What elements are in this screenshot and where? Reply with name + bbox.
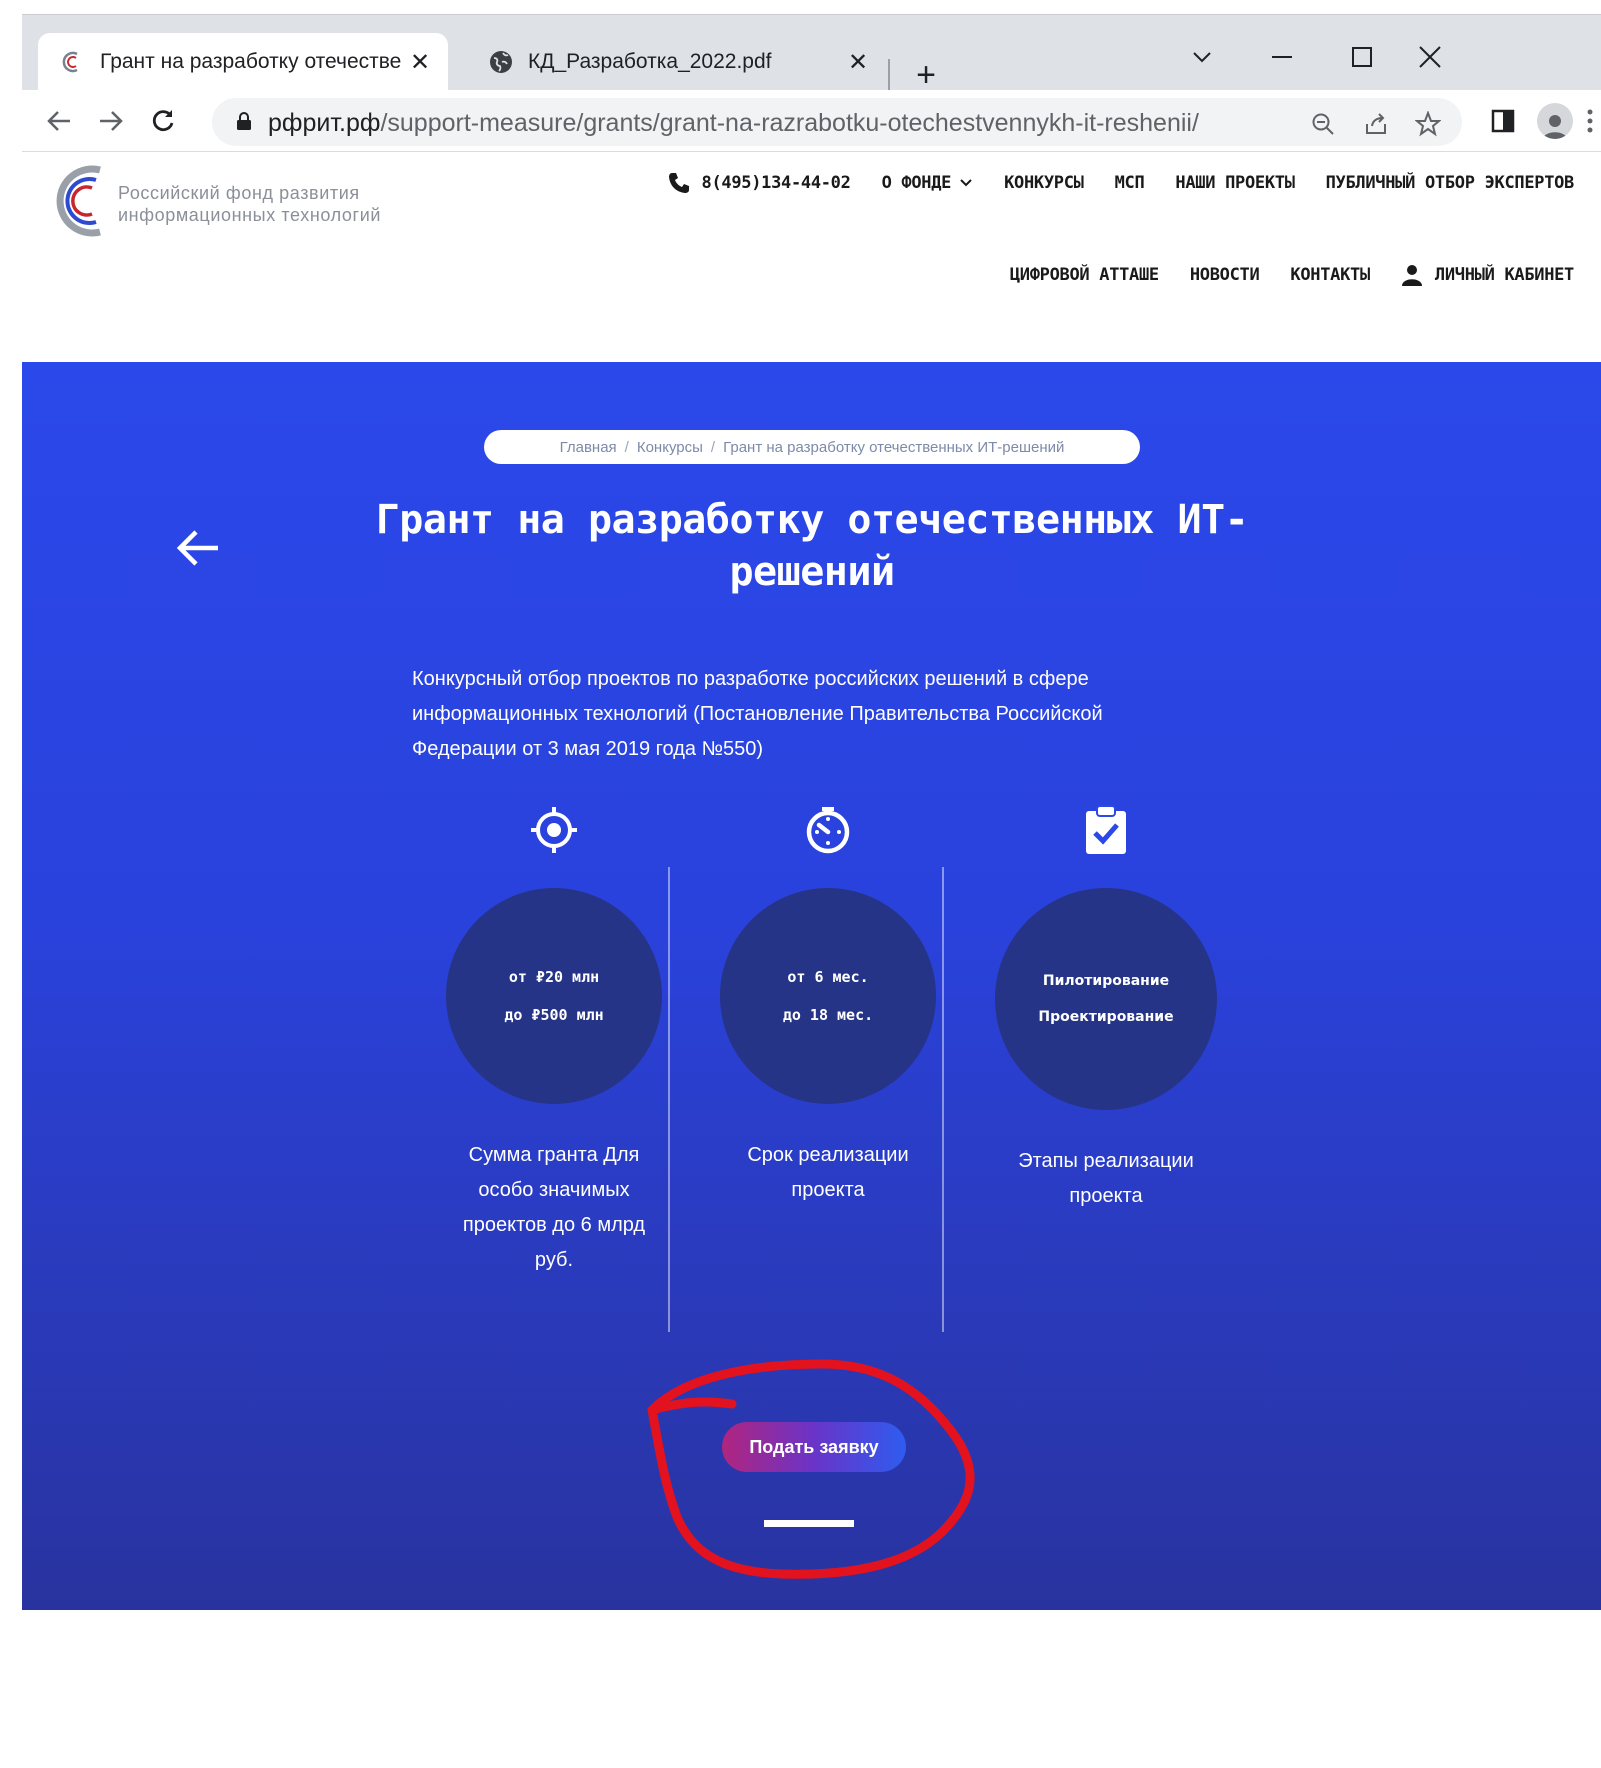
stat-value-to: до 18 мес. <box>782 1006 874 1024</box>
nav-row-bottom: ЦИФРОВОЙ АТТАШЕ НОВОСТИ КОНТАКТЫ ЛИЧНЫЙ … <box>1010 264 1574 286</box>
forward-arrow-icon[interactable] <box>90 100 132 142</box>
url-host: рфрит.рф <box>268 109 381 137</box>
tab-title: КД_Разработка_2022.pdf <box>528 50 772 73</box>
browser-toolbar: рфрит.рф/support-measure/grants/grant-na… <box>22 90 1601 152</box>
column-divider <box>668 867 670 1332</box>
nav-account[interactable]: ЛИЧНЫЙ КАБИНЕТ <box>1401 264 1574 286</box>
tab-title: Грант на разработку отечественных ИТ-реш… <box>100 50 402 73</box>
nav-experts[interactable]: ПУБЛИЧНЫЙ ОТБОР ЭКСПЕРТОВ <box>1326 173 1575 193</box>
page-title-line-2: решений <box>729 549 895 595</box>
stat-circle: Пилотирование Проектирование <box>995 888 1217 1110</box>
nav-contacts[interactable]: КОНТАКТЫ <box>1290 265 1370 285</box>
user-icon <box>1401 265 1422 286</box>
tab-separator <box>888 59 890 91</box>
nav-account-label: ЛИЧНЫЙ КАБИНЕТ <box>1434 265 1574 285</box>
rfrit-favicon-icon <box>60 49 86 75</box>
phone-number: 8(495)134-44-02 <box>701 173 851 193</box>
rfrit-logo-icon <box>56 164 110 243</box>
site-header: Российский фонд развития информационных … <box>22 152 1601 362</box>
address-bar[interactable]: рфрит.рф/support-measure/grants/grant-na… <box>212 98 1462 146</box>
stat-stages: Пилотирование Проектирование Этапы реали… <box>971 800 1241 1214</box>
breadcrumb-current: Грант на разработку отечественных ИТ-реш… <box>723 438 1065 456</box>
tab-pdf[interactable]: КД_Разработка_2022.pdf ✕ <box>466 33 886 91</box>
stat-value-from: от ₽20 млн <box>508 968 600 986</box>
stat-circle: от 6 мес. до 18 мес. <box>720 888 936 1104</box>
nav-news[interactable]: НОВОСТИ <box>1190 265 1260 285</box>
breadcrumb-separator: / <box>624 438 629 456</box>
screenshot-root: Грант на разработку отечественных ИТ-реш… <box>0 0 1601 1768</box>
column-divider <box>942 867 944 1332</box>
stat-duration: от 6 мес. до 18 мес. Срок реализации про… <box>693 800 963 1208</box>
nav-contests[interactable]: КОНКУРСЫ <box>1004 173 1084 193</box>
contest-description: Конкурсный отбор проектов по разработке … <box>412 668 1103 760</box>
bookmark-star-icon[interactable] <box>1412 108 1444 140</box>
nav-projects[interactable]: НАШИ ПРОЕКТЫ <box>1175 173 1295 193</box>
stat-value-to: до ₽500 млн <box>504 1006 604 1024</box>
clipboard-check-icon <box>971 800 1241 860</box>
minimize-icon[interactable] <box>1254 39 1310 75</box>
back-arrow-icon[interactable] <box>38 100 80 142</box>
stat-circle: от ₽20 млн до ₽500 млн <box>446 888 662 1104</box>
nav-digital-attache[interactable]: ЦИФРОВОЙ АТТАШЕ <box>1010 265 1159 285</box>
globe-icon <box>488 49 514 75</box>
breadcrumb-separator: / <box>710 438 716 456</box>
logo-line-1: Российский фонд развития <box>118 182 360 203</box>
maximize-icon[interactable] <box>1334 39 1390 75</box>
stat-caption: Срок реализации проекта <box>747 1144 909 1201</box>
stage-design: Проектирование <box>1038 1009 1174 1025</box>
stat-grant-amount: от ₽20 млн до ₽500 млн Сумма гранта Для … <box>419 800 689 1278</box>
page-title: Грант на разработку отечественных ИТ- ре… <box>312 494 1312 598</box>
breadcrumb: Главная / Конкурсы / Грант на разработку… <box>484 430 1140 464</box>
tab-close-icon[interactable]: ✕ <box>840 44 876 80</box>
share-icon[interactable] <box>1360 108 1392 140</box>
nav-msp[interactable]: МСП <box>1115 173 1145 193</box>
page-title-line-1: Грант на разработку отечественных ИТ- <box>375 497 1249 543</box>
stat-value-from: от 6 мес. <box>787 968 869 986</box>
tab-close-icon[interactable]: ✕ <box>402 44 438 80</box>
stat-caption: Этапы реализации проекта <box>1018 1150 1194 1207</box>
stat-caption: Сумма гранта Для особо значимых проектов… <box>462 1144 646 1271</box>
url-path: /support-measure/grants/grant-na-razrabo… <box>380 109 1199 137</box>
lock-icon <box>236 111 252 136</box>
browser-tab-bar: Грант на разработку отечественных ИТ-реш… <box>22 14 1601 94</box>
reload-icon[interactable] <box>142 100 184 142</box>
browser-menu-icon[interactable] <box>1578 100 1601 142</box>
nav-about-label: О ФОНДЕ <box>881 173 952 193</box>
nav-about[interactable]: О ФОНДЕ <box>882 173 974 193</box>
window-close-icon[interactable] <box>1402 39 1458 75</box>
phone-link[interactable]: 8(495)134-44-02 <box>668 172 851 194</box>
nav-row-top: 8(495)134-44-02 О ФОНДЕ КОНКУРСЫ МСП НАШ… <box>668 172 1574 194</box>
side-panel-icon[interactable] <box>1482 100 1524 142</box>
logo-line-2: информационных технологий <box>118 204 382 225</box>
breadcrumb-contests[interactable]: Конкурсы <box>637 439 703 456</box>
url-text: рфрит.рф/support-measure/grants/grant-na… <box>268 109 1199 138</box>
profile-avatar-icon[interactable] <box>1534 100 1576 142</box>
tab-search-chevron-icon[interactable] <box>1174 39 1230 75</box>
tab-grant-page[interactable]: Грант на разработку отечественных ИТ-реш… <box>38 33 448 91</box>
red-circle-annotation <box>647 1359 975 1579</box>
stage-pilot: Пилотирование <box>1042 973 1170 989</box>
chevron-down-icon <box>960 179 972 187</box>
timer-icon <box>693 800 963 860</box>
target-icon <box>419 800 689 860</box>
breadcrumb-home[interactable]: Главная <box>560 439 617 456</box>
back-arrow-icon[interactable] <box>172 522 224 574</box>
phone-icon <box>668 173 689 193</box>
site-logo[interactable]: Российский фонд развития информационных … <box>56 164 381 243</box>
zoom-icon[interactable] <box>1307 108 1339 140</box>
hero-section: Главная / Конкурсы / Грант на разработку… <box>22 362 1601 1610</box>
